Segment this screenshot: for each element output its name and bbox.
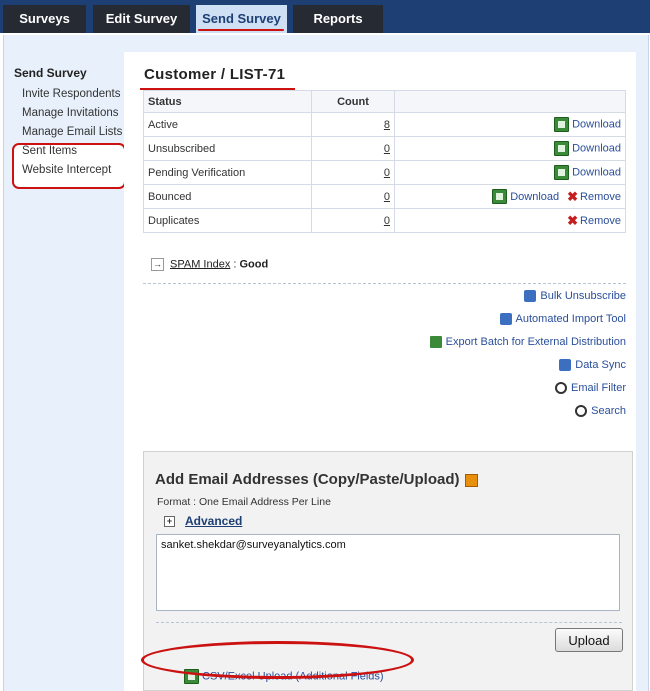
sidebar-title: Send Survey — [14, 66, 87, 80]
tool-links: Bulk Unsubscribe Automated Import Tool E… — [429, 285, 626, 423]
tool-email-filter[interactable]: Email Filter — [430, 377, 626, 400]
remove-x-icon: ✖ — [567, 212, 579, 228]
remove-link[interactable]: Remove — [580, 214, 621, 226]
spam-index-link[interactable]: SPAM Index — [170, 258, 230, 270]
divider — [156, 622, 622, 623]
table-row: Duplicates 0 ✖ Remove — [143, 208, 626, 233]
download-link[interactable]: Download — [572, 118, 621, 130]
excel-icon — [429, 336, 442, 349]
tool-export-batch[interactable]: Export Batch for External Distribution — [429, 331, 626, 354]
top-tab-bar: Surveys Edit Survey Send Survey Reports — [0, 0, 650, 35]
sidebar-item-manage-invitations[interactable]: Manage Invitations — [22, 107, 119, 119]
download-link[interactable]: Download — [510, 190, 559, 202]
sidebar-item-manage-email-lists[interactable]: Manage Email Lists — [22, 126, 122, 138]
tab-highlight-underline — [198, 29, 284, 31]
excel-icon — [554, 117, 570, 132]
table-header-row: Status Count — [143, 90, 626, 113]
remove-x-icon: ✖ — [567, 188, 579, 204]
upload-button[interactable]: Upload — [555, 628, 623, 652]
row-count-link[interactable]: 0 — [384, 191, 390, 203]
header-count: Count — [311, 90, 395, 113]
tool-search[interactable]: Search — [430, 400, 626, 423]
tool-bulk-unsubscribe[interactable]: Bulk Unsubscribe — [430, 285, 626, 308]
row-count-link[interactable]: 8 — [384, 119, 390, 131]
bulk-unsubscribe-icon — [524, 290, 537, 303]
row-status: Pending Verification — [143, 160, 312, 185]
sidebar-item-sent-items[interactable]: Sent Items — [22, 145, 77, 157]
excel-icon — [554, 165, 570, 180]
divider — [143, 283, 626, 284]
table-row: Pending Verification 0 Download — [143, 160, 626, 185]
header-actions — [394, 90, 626, 113]
sidebar: Send Survey Invite Respondents Manage In… — [4, 35, 126, 691]
add-email-title: Add Email Addresses (Copy/Paste/Upload) — [155, 471, 478, 488]
advanced-toggle[interactable]: + Advanced — [164, 514, 242, 528]
excel-icon — [554, 141, 570, 156]
row-count-link[interactable]: 0 — [384, 215, 390, 227]
spam-separator: : — [230, 258, 240, 271]
header-status: Status — [143, 90, 312, 113]
format-hint: Format : One Email Address Per Line — [157, 496, 331, 508]
arrow-right-icon: → — [151, 258, 164, 271]
magnifier-icon — [554, 382, 567, 395]
tab-surveys[interactable]: Surveys — [3, 5, 86, 33]
page-frame: Send Survey Invite Respondents Manage In… — [3, 35, 649, 691]
highlight-ellipse — [141, 641, 414, 679]
table-row: Bounced 0 Download ✖ Remove — [143, 184, 626, 209]
data-sync-icon — [559, 359, 572, 372]
tool-data-sync[interactable]: Data Sync — [430, 354, 626, 377]
row-status: Unsubscribed — [143, 136, 312, 161]
row-count-link[interactable]: 0 — [384, 167, 390, 179]
email-addresses-textarea[interactable]: sanket.shekdar@surveyanalytics.com — [156, 534, 620, 611]
row-count-link[interactable]: 0 — [384, 143, 390, 155]
page-title: Customer / LIST-71 — [144, 66, 286, 83]
table-row: Active 8 Download — [143, 112, 626, 137]
magnifier-icon — [575, 405, 588, 418]
excel-icon — [492, 189, 508, 204]
download-link[interactable]: Download — [572, 166, 621, 178]
remove-link[interactable]: Remove — [580, 190, 621, 202]
tool-automated-import[interactable]: Automated Import Tool — [430, 308, 626, 331]
import-tool-icon — [499, 313, 512, 326]
row-status: Active — [143, 112, 312, 137]
download-link[interactable]: Download — [572, 142, 621, 154]
tab-edit-survey[interactable]: Edit Survey — [93, 5, 190, 33]
spam-index-value: Good — [239, 258, 269, 271]
sidebar-item-invite-respondents[interactable]: Invite Respondents — [22, 88, 120, 100]
table-row: Unsubscribed 0 Download — [143, 136, 626, 161]
tab-reports[interactable]: Reports — [293, 5, 383, 33]
sidebar-item-website-intercept[interactable]: Website Intercept — [22, 164, 111, 176]
email-list-table: Status Count Active 8 Download Unsubscri… — [143, 90, 626, 233]
edit-icon[interactable] — [464, 473, 478, 487]
spam-index: → SPAM Index : Good — [151, 258, 268, 271]
main-panel: Customer / LIST-71 Status Count Active 8… — [124, 52, 636, 691]
row-status: Bounced — [143, 184, 312, 209]
plus-icon: + — [164, 516, 175, 528]
row-status: Duplicates — [143, 208, 312, 233]
